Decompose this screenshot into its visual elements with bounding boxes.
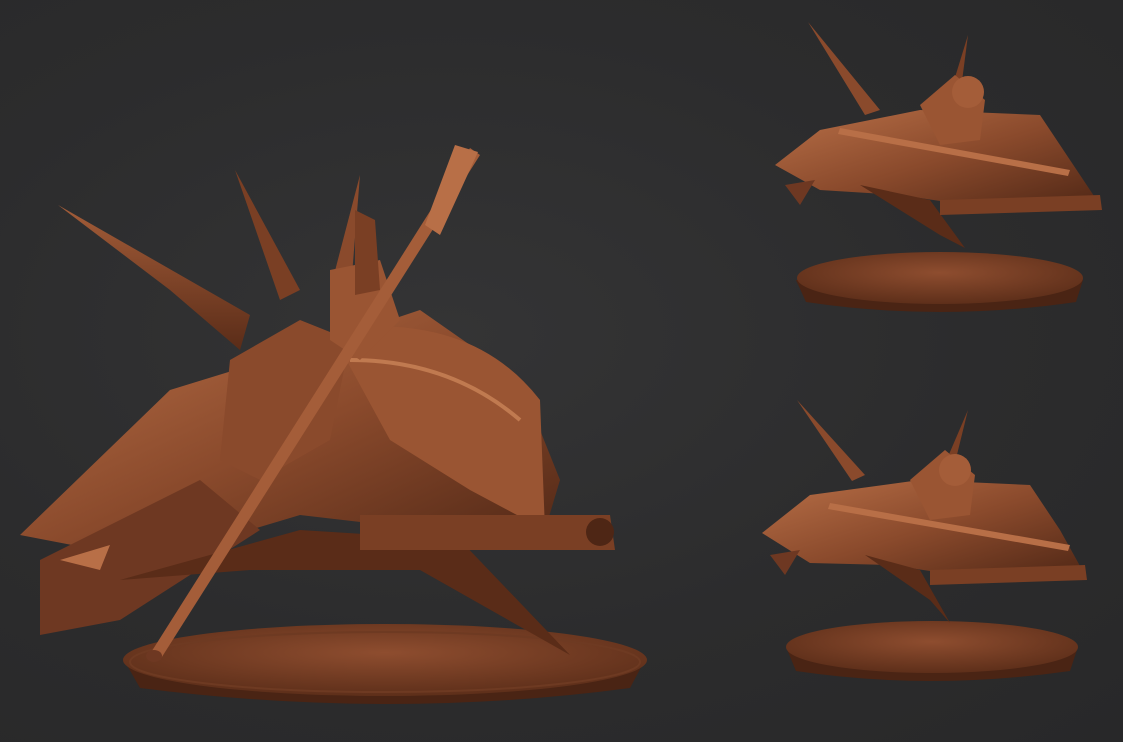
display-base-main bbox=[123, 624, 647, 704]
display-base-bottom-right bbox=[786, 621, 1078, 681]
jetbike-hull-bottom-right bbox=[762, 400, 1087, 623]
jetbike-render-main bbox=[20, 145, 647, 704]
jetbike-render-top-right bbox=[775, 22, 1102, 312]
viewport-canvas bbox=[0, 0, 1123, 742]
jetbike-render-bottom-right bbox=[762, 400, 1087, 681]
display-base-top-right bbox=[796, 252, 1083, 312]
rear-blades bbox=[58, 170, 360, 350]
